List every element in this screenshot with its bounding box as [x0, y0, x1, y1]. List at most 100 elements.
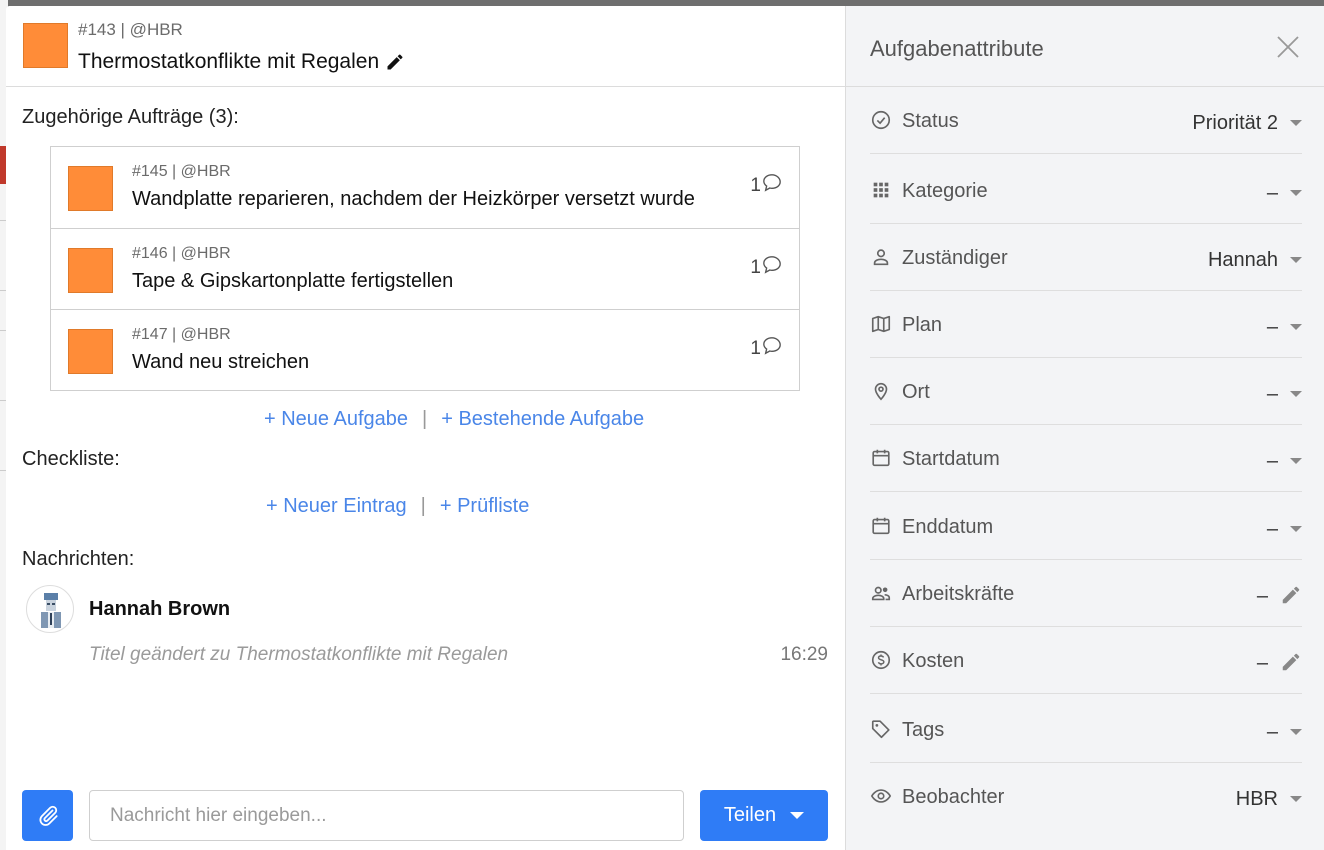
attr-label: Enddatum: [902, 516, 994, 538]
comment-icon: [763, 256, 781, 274]
attr-watchers[interactable]: Beobachter HBR: [870, 763, 1302, 830]
comment-count-value: 1: [750, 338, 761, 359]
new-task-link[interactable]: + Neue Aufgabe: [264, 408, 408, 431]
attr-start-date[interactable]: Startdatum –: [870, 425, 1302, 492]
sidebar-title: Aufgabenattribute: [870, 36, 1044, 61]
attr-assignee[interactable]: Zuständiger Hannah: [870, 224, 1302, 291]
attr-label: Kategorie: [902, 180, 988, 202]
comment-count-value: 1: [750, 257, 761, 278]
attr-label: Ort: [902, 381, 930, 403]
comment-icon: [763, 337, 781, 355]
task-color-swatch: [68, 329, 113, 374]
attach-button[interactable]: [22, 790, 73, 841]
eye-icon: [870, 789, 892, 803]
attr-value: –: [1256, 585, 1268, 607]
attr-location[interactable]: Ort –: [870, 358, 1302, 425]
pencil-icon[interactable]: [385, 52, 405, 72]
caret-down-icon[interactable]: [1290, 391, 1302, 397]
existing-task-link[interactable]: + Bestehende Aufgabe: [441, 408, 644, 431]
attr-value[interactable]: –: [1267, 450, 1278, 473]
attr-value[interactable]: –: [1267, 383, 1278, 406]
pencil-icon[interactable]: [1280, 651, 1302, 673]
checklist-link[interactable]: + Prüfliste: [440, 495, 529, 518]
location-pin-icon: [874, 382, 888, 401]
pencil-icon[interactable]: [1280, 584, 1302, 606]
attributes-sidebar: Aufgabenattribute Status Priorität 2 Kat…: [845, 6, 1324, 850]
share-button[interactable]: Teilen: [700, 790, 828, 841]
map-icon: [871, 315, 891, 333]
task-title[interactable]: Thermostatkonflikte mit Regalen: [78, 50, 405, 74]
attr-end-date[interactable]: Enddatum –: [870, 493, 1302, 560]
attr-costs[interactable]: Kosten –: [870, 627, 1302, 694]
attr-value[interactable]: –: [1267, 316, 1278, 339]
checklist-actions: + Neuer Eintrag | + Prüfliste: [266, 495, 529, 518]
new-entry-link[interactable]: + Neuer Eintrag: [266, 495, 407, 518]
tag-icon: [871, 720, 890, 739]
grid-icon: [873, 182, 889, 198]
message-text: Titel geändert zu Thermostatkonflikte mi…: [89, 644, 509, 665]
attr-value[interactable]: –: [1267, 182, 1278, 205]
comment-icon: [763, 174, 781, 192]
attr-status[interactable]: Status Priorität 2: [870, 87, 1302, 154]
caret-down-icon[interactable]: [1290, 729, 1302, 735]
caret-down-icon[interactable]: [1290, 796, 1302, 802]
attr-value[interactable]: Priorität 2: [1192, 112, 1278, 135]
attr-label: Beobachter: [902, 786, 1005, 808]
attr-label: Plan: [902, 314, 943, 336]
related-task-title[interactable]: Wandplatte reparieren, nachdem der Heizk…: [132, 188, 695, 211]
avatar: [26, 585, 74, 633]
attr-value[interactable]: –: [1267, 518, 1278, 541]
related-task-row[interactable]: #145 | @HBR Wandplatte reparieren, nachd…: [51, 147, 799, 228]
message-timestamp: 16:29: [780, 644, 828, 665]
link-separator: |: [422, 408, 428, 430]
related-task-actions: + Neue Aufgabe | + Bestehende Aufgabe: [264, 408, 644, 431]
comment-count: 1: [750, 174, 783, 197]
caret-down-icon[interactable]: [1290, 190, 1302, 196]
attr-label: Arbeitskräfte: [902, 583, 1015, 605]
related-task-title[interactable]: Tape & Gipskartonplatte fertigstellen: [132, 270, 453, 293]
messages-label: Nachrichten:: [22, 548, 135, 570]
related-task-title[interactable]: Wand neu streichen: [132, 351, 309, 374]
caret-down-icon[interactable]: [1290, 324, 1302, 330]
related-task-meta: #147 | @HBR: [132, 326, 231, 343]
dollar-circle-icon: [871, 650, 891, 670]
task-modal: #143 | @HBR Thermostatkonflikte mit Rega…: [6, 6, 1324, 850]
attr-workers[interactable]: Arbeitskräfte –: [870, 560, 1302, 627]
related-task-meta: #145 | @HBR: [132, 163, 231, 180]
related-task-row[interactable]: #147 | @HBR Wand neu streichen 1: [51, 309, 799, 390]
attr-plan[interactable]: Plan –: [870, 291, 1302, 358]
attr-value[interactable]: HBR: [1236, 788, 1278, 811]
attr-value[interactable]: Hannah: [1208, 249, 1278, 272]
attr-tags[interactable]: Tags –: [870, 696, 1302, 763]
task-meta: #143 | @HBR: [78, 20, 183, 39]
paperclip-icon: [38, 805, 58, 826]
attr-label: Kosten: [902, 650, 965, 672]
caret-down-icon[interactable]: [1290, 526, 1302, 532]
task-color-swatch[interactable]: [23, 23, 68, 68]
attr-label: Zuständiger: [902, 247, 1008, 269]
attr-label: Tags: [902, 719, 945, 741]
caret-down-icon: [790, 812, 805, 819]
task-color-swatch: [68, 248, 113, 293]
comment-count: 1: [750, 337, 783, 360]
check-circle-icon: [871, 110, 891, 130]
close-icon[interactable]: [1275, 34, 1301, 60]
people-icon: [871, 586, 891, 601]
share-button-label: Teilen: [723, 804, 777, 826]
caret-down-icon[interactable]: [1290, 257, 1302, 263]
attr-label: Startdatum: [902, 448, 1000, 470]
attr-value[interactable]: –: [1267, 721, 1278, 744]
user-avatar-icon: [41, 593, 61, 628]
calendar-icon: [872, 517, 890, 535]
attr-category[interactable]: Kategorie –: [870, 157, 1302, 224]
attr-value: –: [1256, 652, 1268, 674]
message-input[interactable]: [89, 790, 684, 841]
related-tasks-list: #145 | @HBR Wandplatte reparieren, nachd…: [50, 146, 800, 391]
task-title-text[interactable]: Thermostatkonflikte mit Regalen: [78, 50, 379, 74]
sidebar-header: Aufgabenattribute: [846, 6, 1324, 87]
caret-down-icon[interactable]: [1290, 120, 1302, 126]
task-color-swatch: [68, 166, 113, 211]
caret-down-icon[interactable]: [1290, 458, 1302, 464]
related-task-row[interactable]: #146 | @HBR Tape & Gipskartonplatte fert…: [51, 228, 799, 309]
message-author: Hannah Brown: [89, 598, 231, 620]
